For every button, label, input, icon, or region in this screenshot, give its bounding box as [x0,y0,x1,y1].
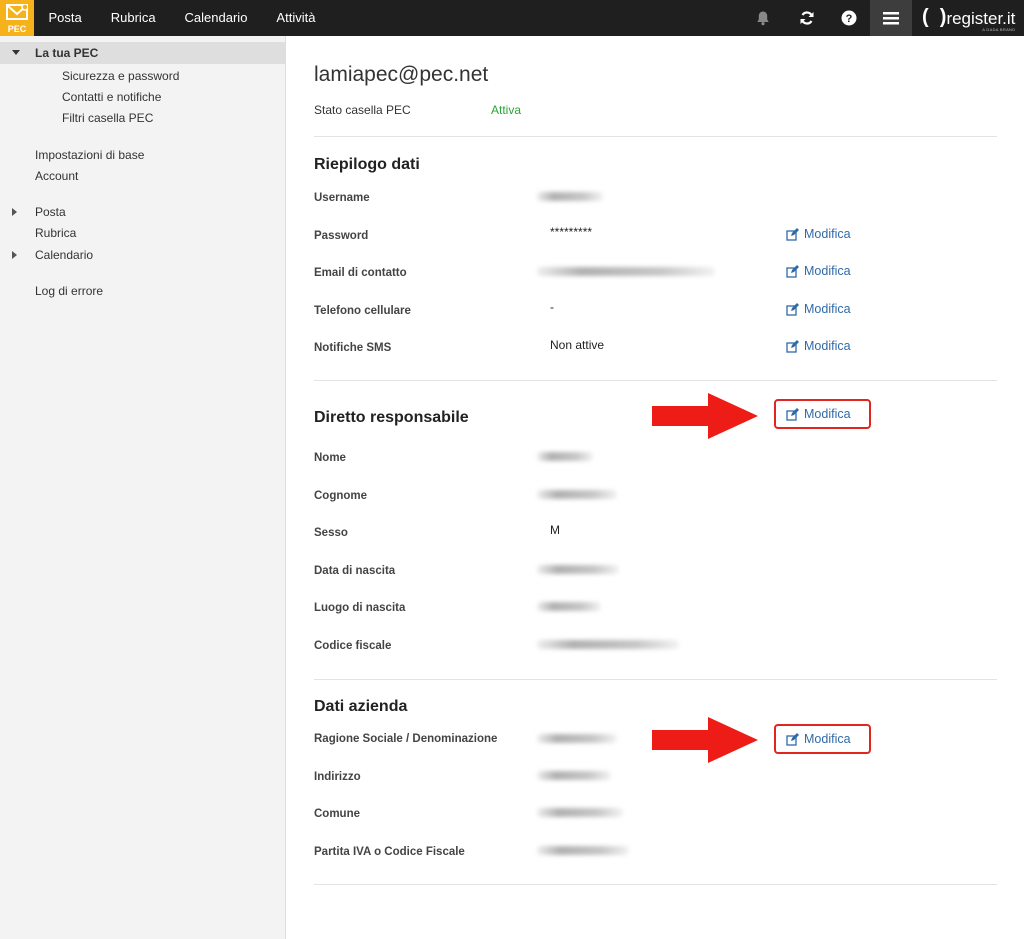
menu-icon[interactable] [870,0,912,36]
edit-label: Modifica [804,339,851,353]
nav-rubrica[interactable]: Rubrica [96,0,170,36]
surname-label: Cognome [314,490,368,502]
red-arrow-icon [652,717,758,763]
sidebar-item-filtri[interactable]: Filtri casella PEC [62,111,153,125]
status-badge: Attiva [491,103,522,117]
caret-down-icon [12,50,20,55]
top-bar: PEC Posta Rubrica Calendario Attività ? … [0,0,1024,36]
surname-value-redacted [537,490,617,499]
tax-code-label: Codice fiscale [314,640,392,652]
sidebar-item-contatti[interactable]: Contatti e notifiche [62,90,161,104]
sidebar-item-posta[interactable]: Posta [35,205,66,219]
sex-label: Sesso [314,527,348,539]
main-content: lamiapec@pec.net Stato casella PEC Attiv… [287,36,1024,939]
brand-name: register.it [946,9,1016,28]
edit-label: Modifica [804,227,851,241]
address-label: Indirizzo [314,771,361,783]
divider [314,884,997,885]
vat-label: Partita IVA o Codice Fiscale [314,846,465,858]
edit-label: Modifica [804,407,851,421]
birth-place-label: Luogo di nascita [314,602,406,614]
edit-label: Modifica [804,302,851,316]
sidebar: La tua PEC Sicurezza e password Contatti… [0,36,286,939]
top-nav: Posta Rubrica Calendario Attività [34,0,330,36]
city-value-redacted [537,808,623,817]
divider [314,380,997,381]
divider [314,679,997,680]
sidebar-item-impostazioni[interactable]: Impostazioni di base [35,148,144,162]
company-name-label: Ragione Sociale / Denominazione [314,733,498,745]
sidebar-item-sicurezza[interactable]: Sicurezza e password [62,69,179,83]
nav-attivita[interactable]: Attività [262,0,330,36]
birth-date-value-redacted [537,565,619,574]
edit-responsible-button[interactable]: Modifica [786,407,851,421]
username-label: Username [314,192,370,204]
birth-date-label: Data di nascita [314,565,396,577]
register-logo[interactable]: ( )register.it A DADA BRAND [922,6,1016,32]
page-title: lamiapec@pec.net [314,63,489,86]
vat-value-redacted [537,846,629,855]
edit-email-button[interactable]: Modifica [786,264,851,278]
email-contact-value-redacted [537,267,715,276]
refresh-icon[interactable] [786,0,828,36]
phone-label: Telefono cellulare [314,305,411,317]
edit-icon [786,407,799,421]
edit-phone-button[interactable]: Modifica [786,302,851,316]
section-title-responsible: Diretto responsabile [314,409,469,426]
caret-right-icon[interactable] [12,208,17,216]
edit-icon [786,227,799,241]
password-label: Password [314,230,369,242]
edit-label: Modifica [804,264,851,278]
sidebar-item-calendario[interactable]: Calendario [35,248,93,262]
password-value: ********* [550,225,593,239]
edit-icon [786,264,799,278]
caret-right-icon[interactable] [12,251,17,259]
help-icon[interactable]: ? [828,0,870,36]
brand-sub: A DADA BRAND [982,27,1016,32]
edit-password-button[interactable]: Modifica [786,227,851,241]
red-arrow-icon [652,393,758,439]
sidebar-item-rubrica[interactable]: Rubrica [35,226,76,240]
username-value-redacted [537,192,603,201]
tax-code-value-redacted [537,640,679,649]
name-value-redacted [537,452,593,461]
edit-icon [786,732,799,746]
pec-logo[interactable]: PEC [0,0,34,36]
city-label: Comune [314,808,360,820]
address-value-redacted [537,771,611,780]
sidebar-item-log[interactable]: Log di errore [35,284,103,298]
sidebar-item-account[interactable]: Account [35,169,78,183]
phone-value: - [550,300,554,314]
status-label: Stato casella PEC [314,103,411,117]
name-label: Nome [314,452,346,464]
divider [314,136,997,137]
svg-text:?: ? [846,13,853,25]
logo-text: PEC [7,24,27,34]
edit-label: Modifica [804,732,851,746]
nav-posta[interactable]: Posta [34,0,96,36]
sms-label: Notifiche SMS [314,342,392,354]
sidebar-item-la-tua-pec[interactable]: La tua PEC [0,42,285,64]
birth-place-value-redacted [537,602,601,611]
edit-icon [786,302,799,316]
section-title-summary: Riepilogo dati [314,156,420,173]
sms-value: Non attive [550,338,605,352]
email-contact-label: Email di contatto [314,267,407,279]
sidebar-head-label: La tua PEC [35,46,99,60]
edit-company-button[interactable]: Modifica [786,732,851,746]
company-name-value-redacted [537,734,617,743]
section-title-company: Dati azienda [314,698,408,715]
bell-icon[interactable] [742,0,784,36]
nav-calendario[interactable]: Calendario [170,0,262,36]
edit-sms-button[interactable]: Modifica [786,339,851,353]
envelope-icon [6,4,28,20]
sex-value: M [550,523,560,537]
edit-icon [786,339,799,353]
